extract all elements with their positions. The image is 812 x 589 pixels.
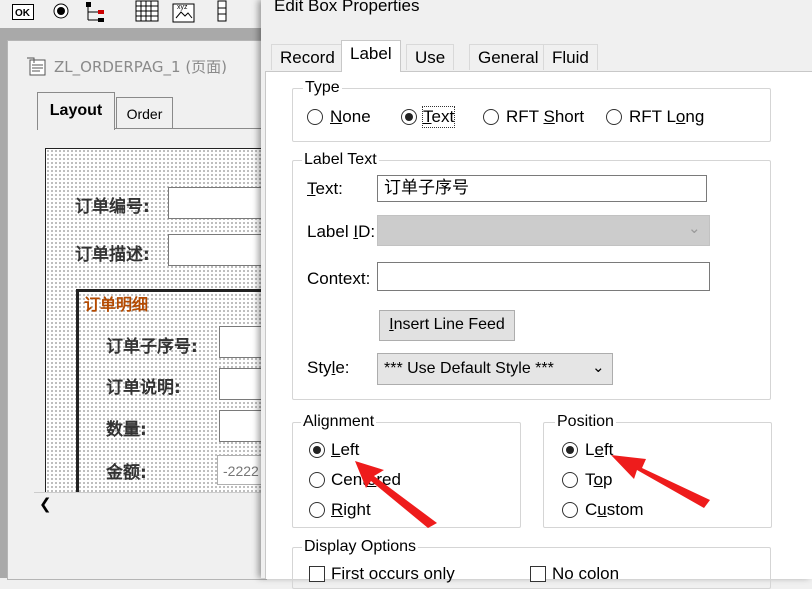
position-left-radio[interactable] [562,442,578,458]
horizontal-scrollbar[interactable]: ❮ [34,492,265,519]
order-number-label: 订单编号: [75,197,150,217]
quantity-label: 数量: [106,420,147,440]
tab-record[interactable]: Record [271,44,344,70]
insert-line-feed-button[interactable]: Insert Line Feed [379,310,515,341]
type-rft-short-label[interactable]: RFT Short [506,107,584,127]
grid-tool-icon[interactable] [135,0,159,24]
sub-sequence-field[interactable] [219,326,267,358]
position-left-label[interactable]: Left [585,440,613,460]
type-rft-long-radio[interactable] [606,109,622,125]
tab-layout[interactable]: Layout [37,92,115,130]
sub-sequence-label: 订单子序号: [106,337,198,357]
type-text-label[interactable]: Text [421,106,456,128]
type-caption: Type [303,79,342,97]
toolbar: OK xyz [0,0,265,28]
alignment-left-radio[interactable] [309,442,325,458]
no-colon-label[interactable]: No colon [552,564,619,584]
order-number-field[interactable] [168,187,267,219]
tab-order[interactable]: Order [116,97,173,128]
dialog-title: Edit Box Properties [274,0,420,15]
alignment-left-label[interactable]: Left [331,440,359,460]
no-colon-checkbox[interactable] [530,566,546,582]
tab-label[interactable]: Label [341,40,401,72]
order-note-field[interactable] [219,368,267,400]
position-top-label[interactable]: Top [585,470,612,490]
quantity-field[interactable] [219,410,267,442]
alignment-group [292,422,521,528]
tab-general[interactable]: General [469,44,548,70]
alignment-right-radio[interactable] [309,502,325,518]
context-label: Context: [307,269,371,288]
scroll-tool-icon[interactable] [215,0,229,24]
label-id-select[interactable] [377,215,710,246]
display-options-caption: Display Options [302,538,419,556]
svg-text:OK: OK [15,8,31,19]
radio-tool-icon[interactable] [52,2,70,26]
style-select-value: *** Use Default Style *** [384,360,554,377]
position-custom-radio[interactable] [562,502,578,518]
order-description-label: 订单描述: [75,245,150,265]
text-field-label: Text: [307,179,343,198]
position-custom-label[interactable]: Custom [585,500,644,520]
alignment-centered-label[interactable]: Centered [331,470,401,490]
page-icon [27,57,46,76]
image-tool-icon[interactable]: xyz [172,0,196,24]
style-label: Style: [307,358,350,377]
label-id-label: Label ID: [307,222,376,241]
ok-icon[interactable]: OK [12,4,34,28]
tab-use[interactable]: Use [406,44,455,70]
scroll-left-icon[interactable]: ❮ [39,495,52,513]
label-text-input[interactable]: 订单子序号 [377,175,707,202]
position-caption: Position [555,413,616,431]
alignment-right-label[interactable]: Right [331,500,371,520]
first-occurs-only-label[interactable]: First occurs only [331,564,455,584]
designer-title: ZL_ORDERPAG_1 (页面) [54,58,228,76]
tree-tool-icon[interactable] [84,0,110,24]
label-id-chevron-down-icon[interactable]: ⌄ [688,219,701,237]
alignment-centered-radio[interactable] [309,472,325,488]
tab-fluid[interactable]: Fluid [543,44,598,70]
position-top-radio[interactable] [562,472,578,488]
order-description-field[interactable] [168,234,267,266]
type-none-label[interactable]: None [330,107,371,127]
label-text-caption: Label Text [302,151,379,169]
type-none-radio[interactable] [307,109,323,125]
order-detail-caption: 订单明细 [84,295,149,314]
order-note-label: 订单说明: [106,378,181,398]
amount-field[interactable]: -2222 [217,455,265,485]
style-chevron-down-icon[interactable]: ⌄ [592,358,605,376]
svg-text:xyz: xyz [177,4,188,11]
type-text-radio[interactable] [401,109,417,125]
type-rft-long-label[interactable]: RFT Long [629,107,704,127]
first-occurs-only-checkbox[interactable] [309,566,325,582]
type-rft-short-radio[interactable] [483,109,499,125]
alignment-caption: Alignment [301,413,377,431]
context-input[interactable] [377,262,710,291]
amount-label: 金额: [106,463,147,483]
